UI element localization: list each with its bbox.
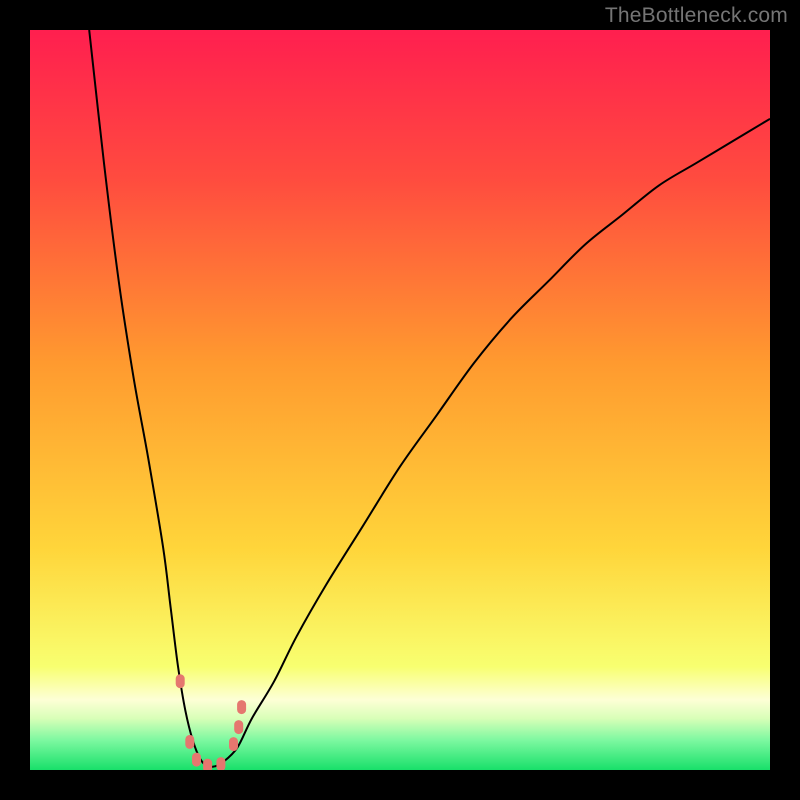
data-marker	[176, 674, 185, 688]
plot-area	[30, 30, 770, 770]
chart-frame: TheBottleneck.com	[0, 0, 800, 800]
watermark-label: TheBottleneck.com	[605, 4, 788, 28]
data-marker	[192, 753, 201, 767]
data-marker	[203, 759, 212, 770]
data-marker	[234, 720, 243, 734]
data-marker	[216, 757, 225, 770]
data-marker	[185, 735, 194, 749]
bottleneck-curve	[89, 30, 770, 767]
data-marker	[237, 700, 246, 714]
data-marker	[229, 737, 238, 751]
curve-layer	[30, 30, 770, 770]
markers-group	[176, 674, 246, 770]
